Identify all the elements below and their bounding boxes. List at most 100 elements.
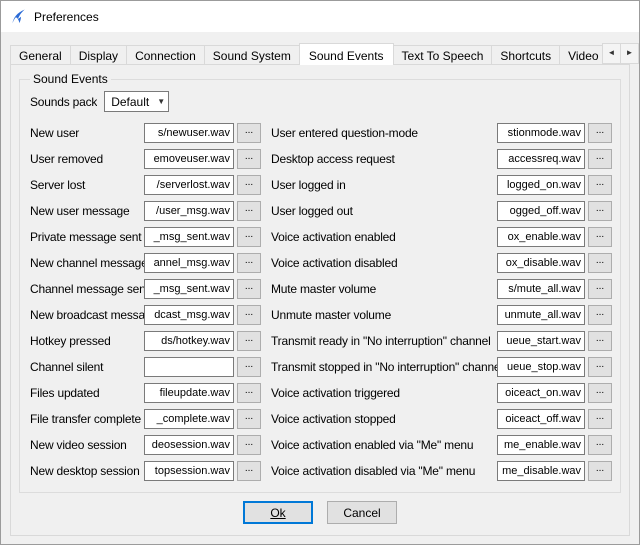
sound-file-input[interactable] (144, 409, 234, 429)
sound-file-input[interactable] (144, 279, 234, 299)
browse-button[interactable]: ... (588, 357, 612, 377)
browse-button[interactable]: ... (237, 175, 261, 195)
sound-file-input[interactable] (144, 331, 234, 351)
browse-button[interactable]: ... (588, 435, 612, 455)
sound-event-label: File transfer complete (30, 412, 144, 426)
sound-event-label: New broadcast message (30, 308, 144, 322)
sound-file-input[interactable] (144, 227, 234, 247)
sound-event-row: User logged out... (271, 201, 612, 221)
sound-file-input[interactable] (497, 331, 585, 351)
teamtalk-app-icon (10, 8, 27, 25)
sound-file-input[interactable] (497, 175, 585, 195)
sound-file-input[interactable] (497, 201, 585, 221)
browse-button[interactable]: ... (237, 253, 261, 273)
sound-event-row: Hotkey pressed... (30, 331, 261, 351)
sounds-pack-select[interactable]: Default ▼ (104, 91, 169, 112)
sound-file-input[interactable] (497, 383, 585, 403)
browse-button[interactable]: ... (588, 201, 612, 221)
sound-event-label: Channel silent (30, 360, 144, 374)
browse-button[interactable]: ... (237, 279, 261, 299)
sound-event-row: Voice activation enabled via "Me" menu..… (271, 435, 612, 455)
sound-file-input[interactable] (497, 279, 585, 299)
browse-button[interactable]: ... (237, 357, 261, 377)
dialog-buttons: Ok Cancel (19, 493, 621, 527)
sound-file-input[interactable] (144, 149, 234, 169)
browse-button[interactable]: ... (588, 279, 612, 299)
tab-general[interactable]: General (10, 45, 71, 65)
tab-video[interactable]: Video (559, 45, 607, 65)
sound-event-row: New video session... (30, 435, 261, 455)
sound-event-row: Voice activation disabled via "Me" menu.… (271, 461, 612, 481)
browse-button[interactable]: ... (237, 201, 261, 221)
browse-button[interactable]: ... (588, 331, 612, 351)
sound-file-input[interactable] (497, 227, 585, 247)
tab-connection[interactable]: Connection (126, 45, 205, 65)
browse-button[interactable]: ... (237, 123, 261, 143)
sound-file-input[interactable] (497, 305, 585, 325)
browse-button[interactable]: ... (588, 383, 612, 403)
sound-file-input[interactable] (144, 201, 234, 221)
sound-file-input[interactable] (497, 461, 585, 481)
tab-text-to-speech[interactable]: Text To Speech (393, 45, 493, 65)
left-column: New user...User removed...Server lost...… (30, 123, 261, 487)
sound-file-input[interactable] (497, 123, 585, 143)
tab-display[interactable]: Display (70, 45, 127, 65)
tab-scroll-left-button[interactable]: ◄ (602, 43, 621, 64)
sound-file-input[interactable] (144, 175, 234, 195)
browse-button[interactable]: ... (237, 409, 261, 429)
sound-event-row: Voice activation enabled... (271, 227, 612, 247)
sound-file-input[interactable] (144, 357, 234, 377)
sound-event-row: Transmit stopped in "No interruption" ch… (271, 357, 612, 377)
browse-button[interactable]: ... (237, 305, 261, 325)
tab-strip: GeneralDisplayConnectionSound SystemSoun… (10, 43, 639, 65)
browse-button[interactable]: ... (588, 123, 612, 143)
cancel-button[interactable]: Cancel (327, 501, 397, 524)
browse-button[interactable]: ... (588, 305, 612, 325)
tab-scroll-right-button[interactable]: ► (620, 43, 639, 64)
sound-event-label: Voice activation disabled via "Me" menu (271, 464, 497, 478)
sound-event-row: Desktop access request... (271, 149, 612, 169)
browse-button[interactable]: ... (588, 461, 612, 481)
sound-event-columns: New user...User removed...Server lost...… (30, 123, 612, 487)
browse-button[interactable]: ... (588, 175, 612, 195)
sound-file-input[interactable] (144, 435, 234, 455)
sound-event-row: File transfer complete... (30, 409, 261, 429)
browse-button[interactable]: ... (237, 331, 261, 351)
sound-event-label: Private message sent (30, 230, 144, 244)
sounds-pack-row: Sounds pack Default ▼ (30, 91, 169, 112)
preferences-dialog: Preferences GeneralDisplayConnectionSoun… (0, 0, 640, 545)
sound-file-input[interactable] (497, 253, 585, 273)
tab-sound-events[interactable]: Sound Events (299, 43, 394, 65)
browse-button[interactable]: ... (588, 149, 612, 169)
browse-button[interactable]: ... (237, 383, 261, 403)
sound-file-input[interactable] (497, 149, 585, 169)
browse-button[interactable]: ... (588, 227, 612, 247)
sound-event-label: New user (30, 126, 144, 140)
browse-button[interactable]: ... (237, 461, 261, 481)
browse-button[interactable]: ... (237, 435, 261, 455)
sound-file-input[interactable] (144, 253, 234, 273)
browse-button[interactable]: ... (588, 409, 612, 429)
tab-page-sound-events: Sound Events Sounds pack Default ▼ New u… (10, 64, 630, 536)
sound-file-input[interactable] (144, 383, 234, 403)
sound-event-row: Voice activation disabled... (271, 253, 612, 273)
sound-file-input[interactable] (497, 357, 585, 377)
tab-shortcuts[interactable]: Shortcuts (491, 45, 560, 65)
sound-file-input[interactable] (497, 409, 585, 429)
sound-event-label: User removed (30, 152, 144, 166)
tab-sound-system[interactable]: Sound System (204, 45, 300, 65)
browse-button[interactable]: ... (237, 227, 261, 247)
sound-file-input[interactable] (144, 305, 234, 325)
sound-file-input[interactable] (497, 435, 585, 455)
sound-event-row: New desktop session... (30, 461, 261, 481)
sound-file-input[interactable] (144, 461, 234, 481)
sound-event-row: Server lost... (30, 175, 261, 195)
sound-event-label: New desktop session (30, 464, 144, 478)
browse-button[interactable]: ... (237, 149, 261, 169)
browse-button[interactable]: ... (588, 253, 612, 273)
ok-button[interactable]: Ok (243, 501, 313, 524)
sound-events-groupbox: Sound Events Sounds pack Default ▼ New u… (19, 72, 621, 493)
sound-event-label: Transmit stopped in "No interruption" ch… (271, 360, 497, 374)
sound-file-input[interactable] (144, 123, 234, 143)
sound-event-label: Files updated (30, 386, 144, 400)
